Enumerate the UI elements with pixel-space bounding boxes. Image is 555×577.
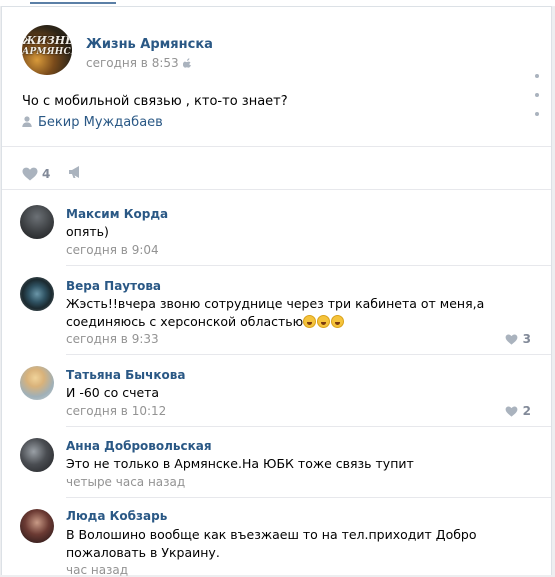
- post-time-text[interactable]: сегодня в 8:53: [86, 56, 179, 70]
- comment-text: Жэсть!!вчера звоню сотруднице через три …: [66, 295, 536, 331]
- person-icon: [22, 116, 32, 127]
- megaphone-icon: [69, 166, 79, 178]
- comment-author-link[interactable]: Вера Паутова: [66, 279, 161, 293]
- post-author-name[interactable]: Бекир Муждабаев: [38, 115, 163, 130]
- group-avatar[interactable]: ЖИЗНЬ АРМЯНСКА: [22, 25, 72, 75]
- post-card: ЖИЗНЬ АРМЯНСКА Жизнь Армянска сегодня в …: [1, 6, 552, 577]
- avatar[interactable]: [20, 277, 54, 311]
- comment-author-link[interactable]: Максим Корда: [66, 207, 168, 221]
- group-name-link[interactable]: Жизнь Армянска: [86, 37, 213, 52]
- avatar[interactable]: [20, 205, 54, 239]
- comment-like-count: 2: [522, 404, 531, 418]
- post-author-link[interactable]: Бекир Муждабаев: [22, 115, 163, 130]
- comment-author-link[interactable]: Люда Кобзарь: [66, 509, 167, 523]
- avatar[interactable]: [20, 366, 54, 400]
- comment-like-count: 3: [522, 332, 531, 346]
- laughing-emoji-icon: [331, 315, 345, 328]
- comment-time[interactable]: четыре часа назад: [66, 475, 185, 489]
- like-button[interactable]: 4: [22, 163, 50, 182]
- divider: [2, 189, 551, 190]
- divider: [66, 497, 551, 498]
- comment-text: И -60 со счета: [66, 385, 160, 400]
- divider: [66, 426, 551, 427]
- share-button[interactable]: [68, 164, 84, 183]
- comment-text: Это не только в Армянске.На ЮБК тоже свя…: [66, 456, 414, 471]
- laughing-emoji-icon: [303, 315, 317, 328]
- comment-text-body: Жэсть!!вчера звоню сотруднице через три …: [66, 296, 485, 329]
- avatar-logo-text: ЖИЗНЬ: [22, 34, 72, 47]
- comment-time[interactable]: сегодня в 10:12: [66, 404, 166, 418]
- divider: [66, 265, 551, 266]
- comment-author-link[interactable]: Анна Добровольская: [66, 439, 212, 453]
- comment-time[interactable]: сегодня в 9:33: [66, 332, 159, 346]
- like-count: 4: [42, 167, 51, 181]
- comment-text: опять): [66, 224, 109, 239]
- avatar-logo-text: АРМЯНСКА: [22, 47, 72, 57]
- more-dots-icon[interactable]: [535, 63, 541, 120]
- heart-icon: [505, 334, 518, 345]
- comment-text: В Волошино вообще как въезжаеш то на тел…: [66, 527, 477, 560]
- divider: [2, 146, 551, 147]
- comment-author-link[interactable]: Татьяна Бычкова: [66, 368, 185, 382]
- active-tab-indicator: [30, 2, 116, 4]
- avatar[interactable]: [20, 438, 54, 472]
- comment-like-button[interactable]: 2: [505, 404, 531, 418]
- laughing-emoji-icon: [317, 315, 331, 328]
- post-text: Чо с мобильной связью , кто-то знает?: [22, 94, 288, 109]
- comment-time[interactable]: сегодня в 9:04: [66, 243, 159, 257]
- divider: [66, 354, 551, 355]
- heart-icon: [505, 406, 518, 417]
- post-time[interactable]: сегодня в 8:53: [86, 56, 192, 70]
- heart-icon: [22, 167, 38, 181]
- comment-like-button[interactable]: 3: [505, 332, 531, 346]
- apple-icon: [182, 58, 191, 68]
- avatar[interactable]: [20, 509, 54, 543]
